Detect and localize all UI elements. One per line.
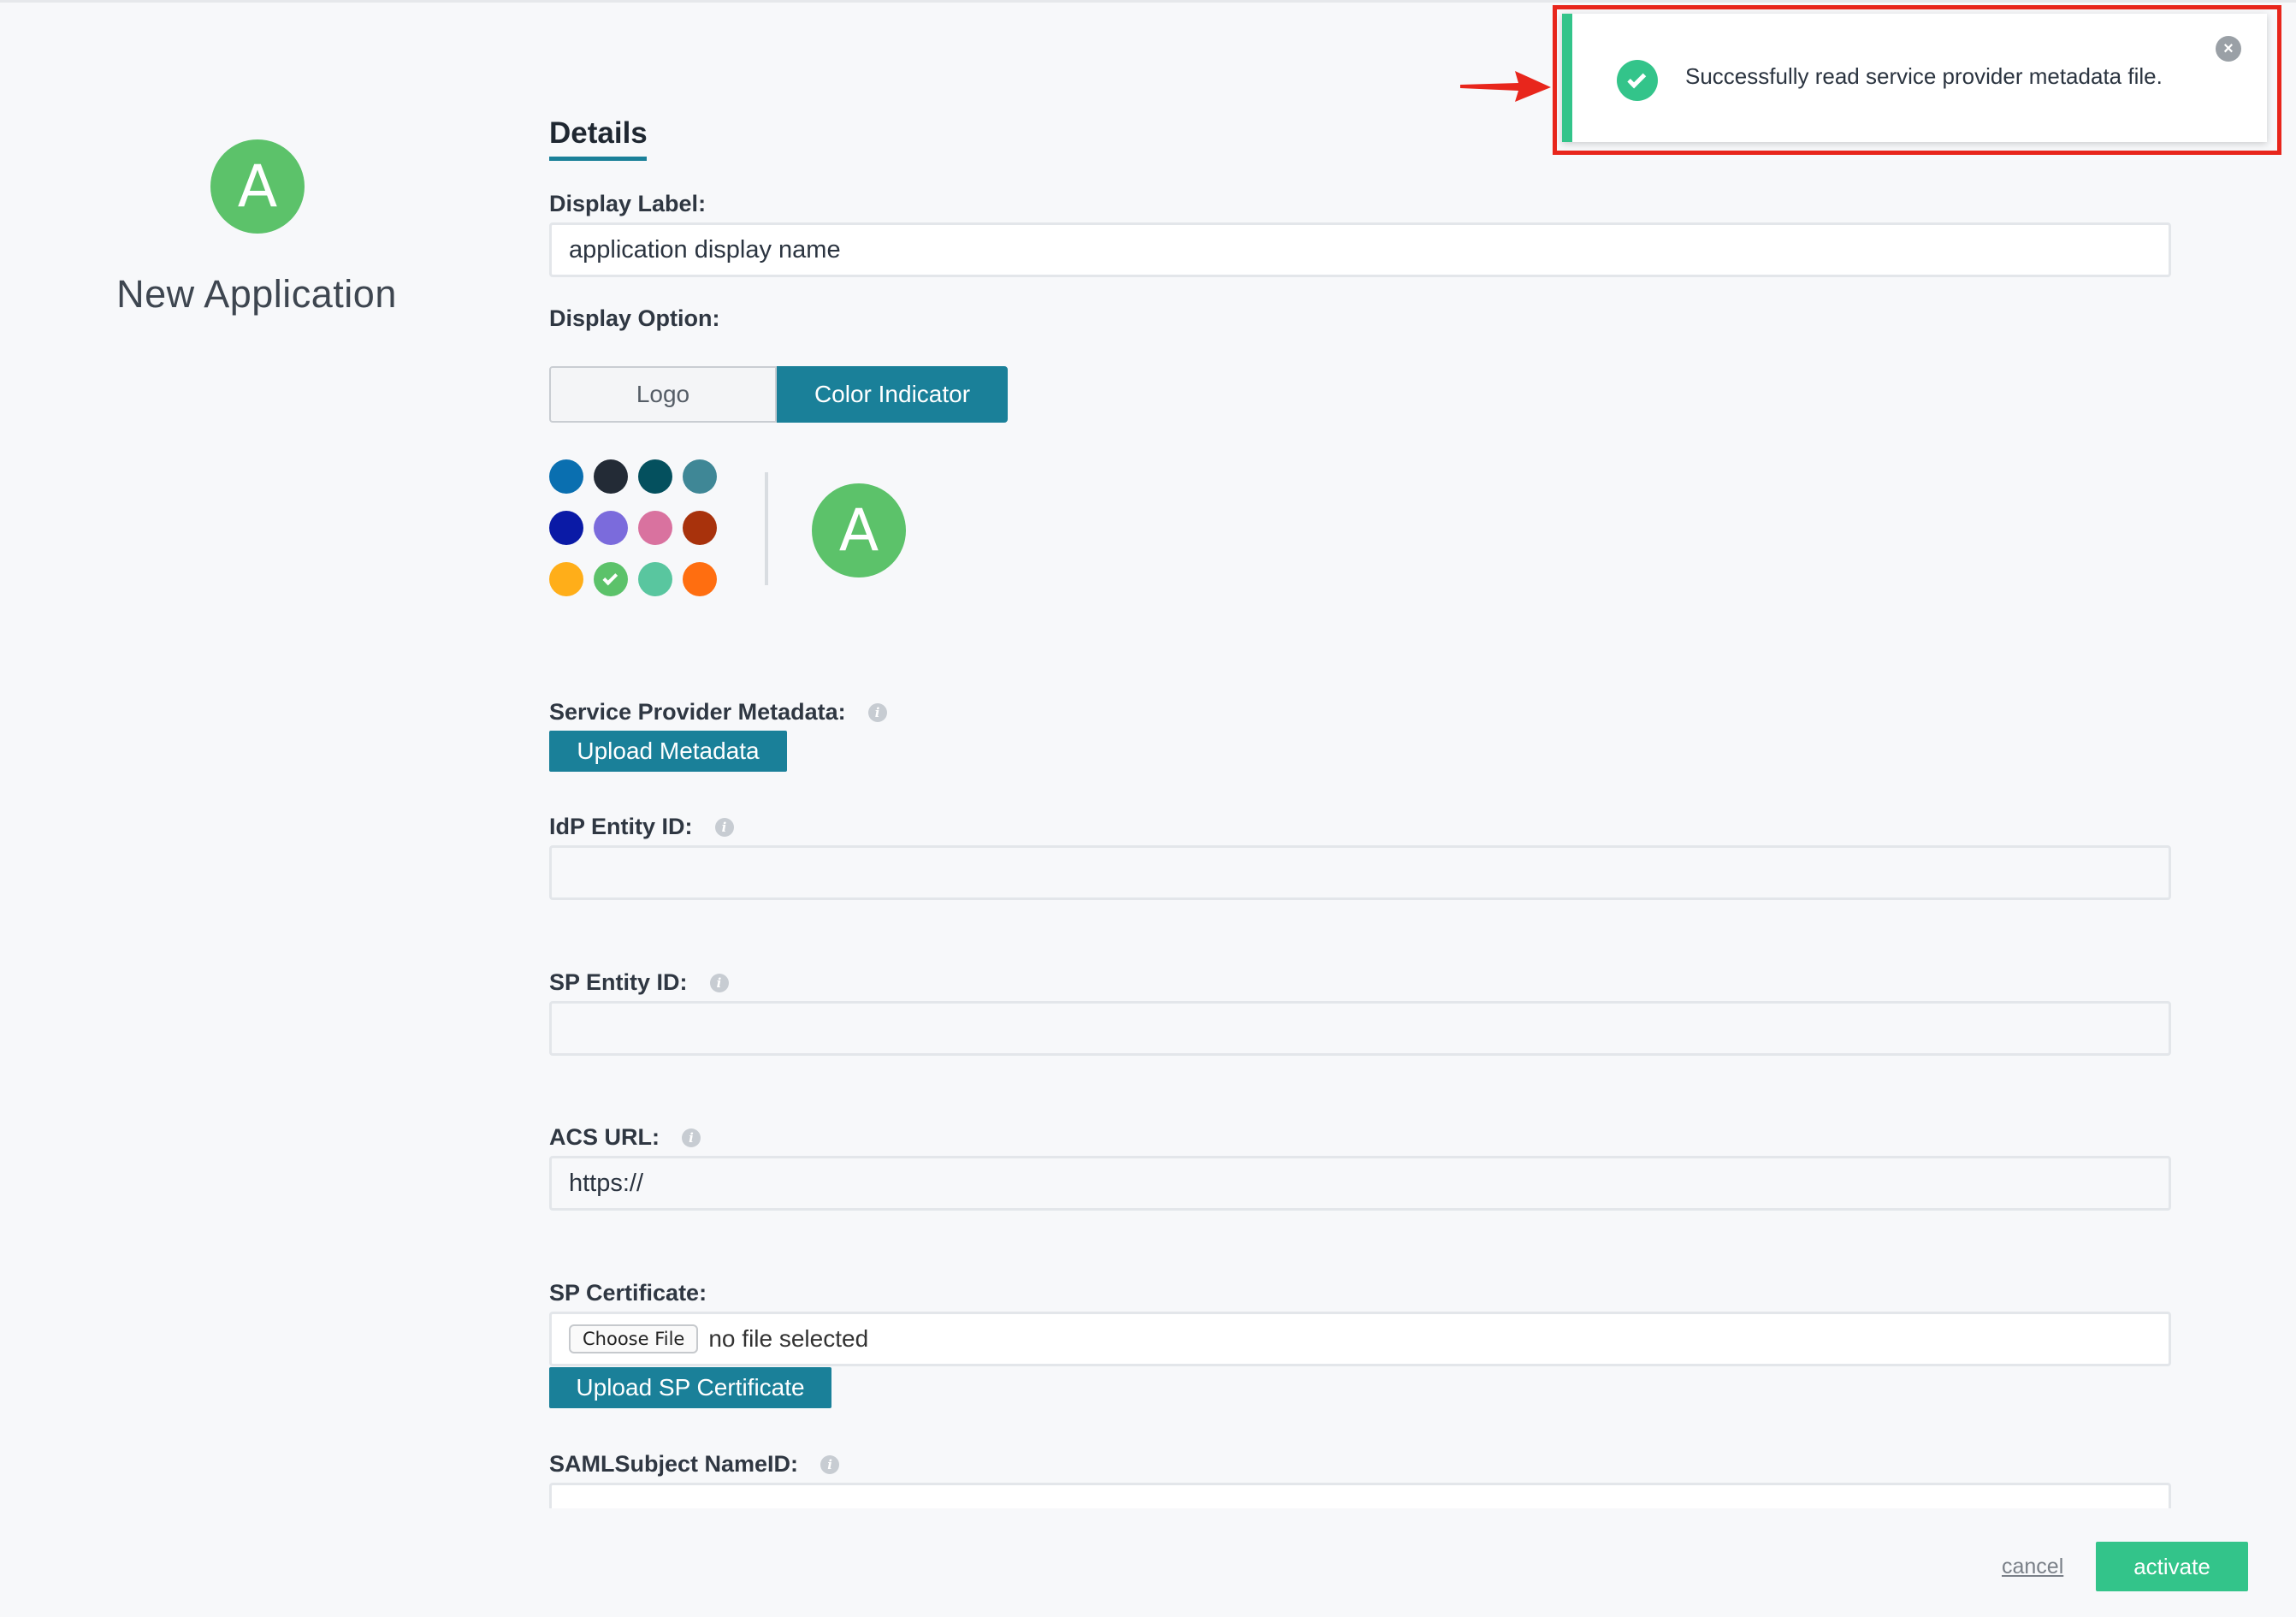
saml-subject-nameid-select[interactable]: [549, 1483, 2171, 1508]
display-option-toggle: Logo Color Indicator: [549, 366, 1008, 423]
info-icon[interactable]: i: [682, 1128, 701, 1147]
color-swatch[interactable]: [594, 459, 628, 494]
sp-certificate-file-input[interactable]: Choose File no file selected: [549, 1312, 2171, 1366]
color-swatch[interactable]: [594, 562, 628, 596]
annotation-arrow: [1460, 71, 1551, 102]
activate-button[interactable]: activate: [2096, 1542, 2248, 1591]
service-provider-metadata-label: Service Provider Metadata: i: [549, 699, 887, 726]
upload-sp-certificate-button[interactable]: Upload SP Certificate: [549, 1367, 831, 1408]
color-swatch[interactable]: [638, 459, 672, 494]
section-underline: [549, 157, 647, 161]
choose-file-button[interactable]: Choose File: [569, 1324, 699, 1353]
check-circle-icon: [1617, 60, 1658, 101]
checkmark-icon: [602, 570, 618, 585]
swatch-divider: [765, 472, 768, 585]
idp-entity-id-label: IdP Entity ID: i: [549, 814, 734, 840]
file-status: no file selected: [708, 1325, 869, 1352]
info-icon[interactable]: i: [714, 817, 734, 837]
success-toast: Successfully read service provider metad…: [1562, 14, 2267, 142]
info-icon[interactable]: i: [709, 973, 729, 992]
color-swatch[interactable]: [638, 511, 672, 545]
section-title-details: Details: [549, 116, 648, 150]
preview-avatar: A: [812, 483, 906, 578]
acs-url-label: ACS URL: i: [549, 1124, 701, 1151]
app-avatar: A: [210, 139, 305, 234]
top-border: [0, 0, 2296, 3]
display-label-label: Display Label:: [549, 191, 707, 216]
color-swatch[interactable]: [549, 562, 583, 596]
upload-metadata-button[interactable]: Upload Metadata: [549, 731, 787, 772]
cancel-link[interactable]: cancel: [2002, 1555, 2063, 1579]
toast-message: Successfully read service provider metad…: [1685, 63, 2163, 89]
saml-subject-nameid-label: SAMLSubject NameID: i: [549, 1451, 840, 1478]
acs-url-input[interactable]: https://: [549, 1156, 2171, 1211]
logo-option-button[interactable]: Logo: [549, 366, 777, 423]
color-indicator-option-button[interactable]: Color Indicator: [777, 366, 1008, 423]
color-swatch[interactable]: [683, 511, 717, 545]
sp-certificate-label: SP Certificate:: [549, 1280, 707, 1306]
close-icon[interactable]: ×: [2216, 36, 2241, 62]
toast-accent-bar: [1562, 14, 1572, 142]
info-icon[interactable]: i: [867, 702, 887, 722]
color-swatch[interactable]: [683, 459, 717, 494]
color-swatch[interactable]: [638, 562, 672, 596]
color-swatch[interactable]: [549, 459, 583, 494]
sp-entity-id-label: SP Entity ID: i: [549, 969, 729, 996]
color-swatch[interactable]: [594, 511, 628, 545]
color-swatch[interactable]: [549, 511, 583, 545]
info-icon[interactable]: i: [820, 1454, 840, 1474]
idp-entity-id-input[interactable]: [549, 845, 2171, 900]
page-title: New Application: [116, 272, 397, 316]
sp-entity-id-input[interactable]: [549, 1001, 2171, 1056]
display-label-input[interactable]: application display name: [549, 222, 2171, 277]
display-option-label: Display Option:: [549, 305, 720, 331]
color-swatch[interactable]: [683, 562, 717, 596]
